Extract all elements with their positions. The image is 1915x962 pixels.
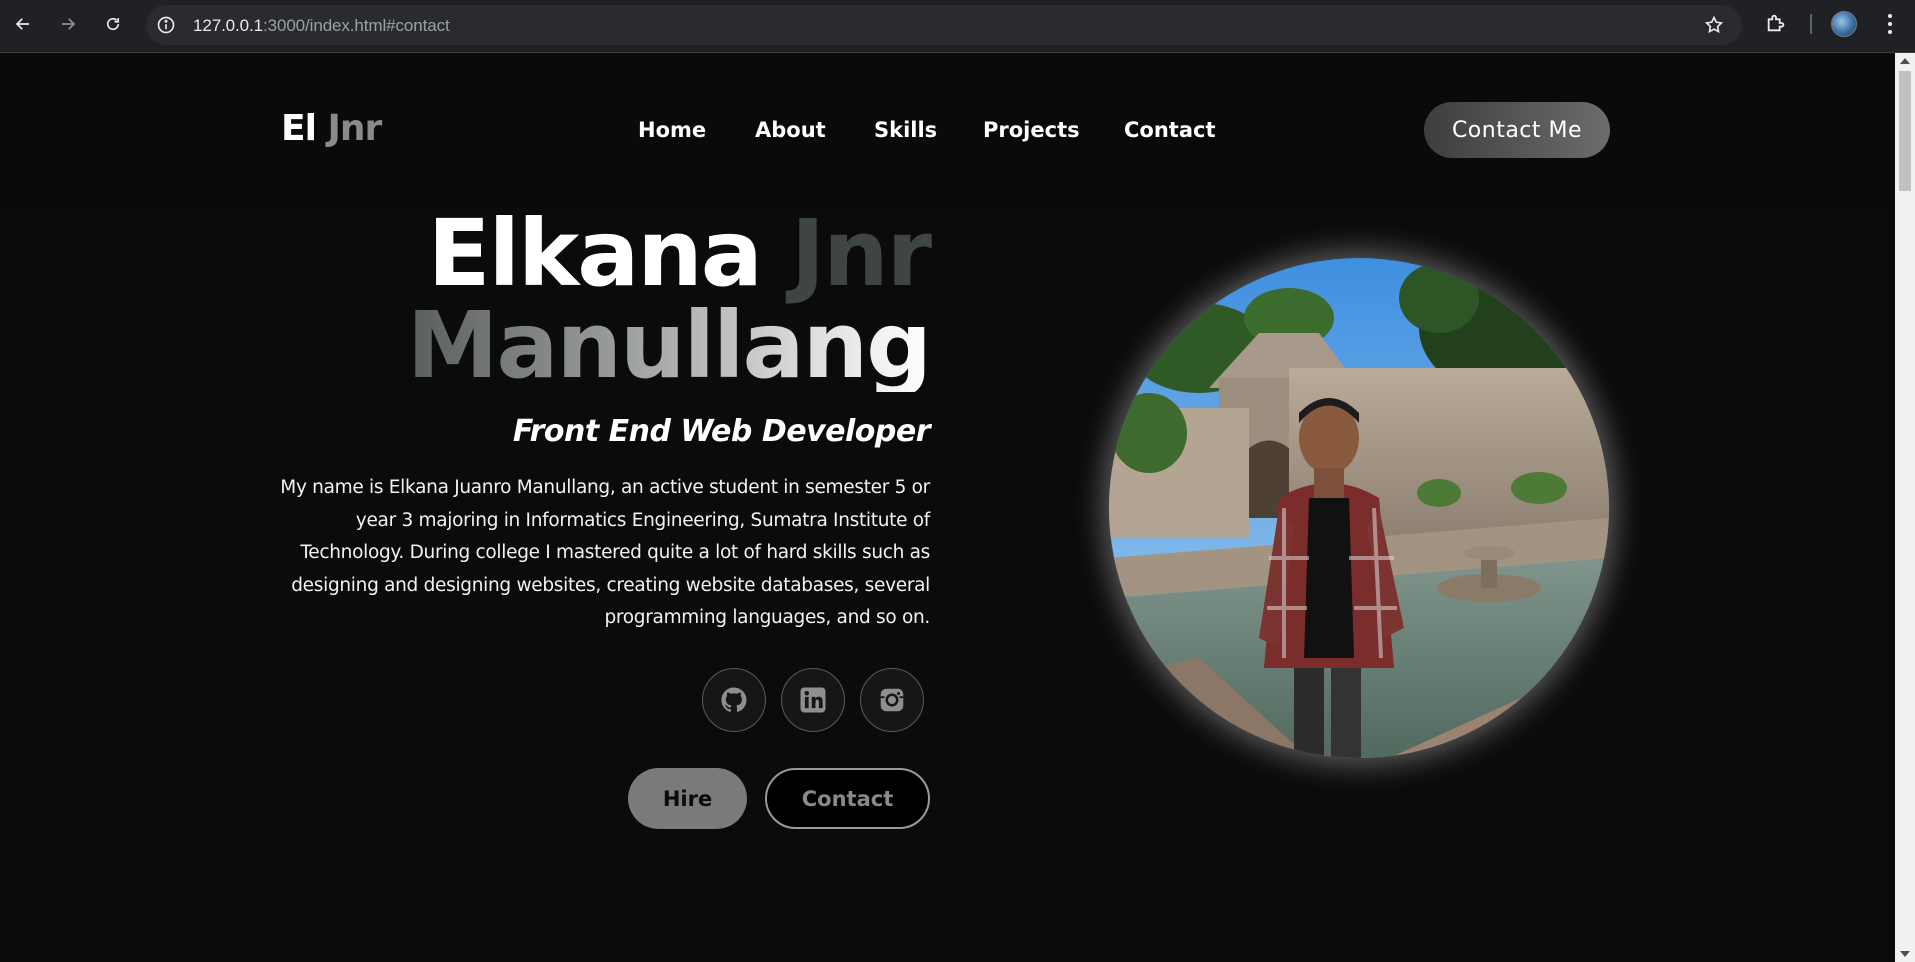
address-bar[interactable]: 127.0.0.1:3000/index.html#contact bbox=[146, 5, 1742, 45]
toolbar-divider bbox=[1810, 14, 1812, 34]
profile-photo bbox=[1109, 258, 1609, 758]
logo-main: El bbox=[281, 108, 317, 149]
browser-toolbar: 127.0.0.1:3000/index.html#contact bbox=[0, 0, 1915, 53]
role-title: Front End Web Developer bbox=[512, 414, 931, 449]
reload-icon bbox=[106, 17, 120, 31]
scroll-up-arrow-icon[interactable] bbox=[1900, 58, 1910, 64]
linkedin-icon bbox=[800, 687, 826, 713]
profile-avatar[interactable] bbox=[1831, 11, 1857, 37]
hero-name-line1: Elkana Jnr bbox=[407, 208, 932, 300]
first-name: Elkana bbox=[427, 200, 763, 307]
nav-home[interactable]: Home bbox=[638, 118, 706, 142]
extensions-puzzle-icon[interactable] bbox=[1765, 12, 1787, 34]
hire-button[interactable]: Hire bbox=[628, 768, 747, 829]
logo-accent: Jnr bbox=[327, 108, 382, 149]
site-header: El Jnr Home About Skills Projects Contac… bbox=[0, 54, 1895, 208]
contact-button[interactable]: Contact bbox=[765, 768, 930, 829]
page-scrollbar[interactable] bbox=[1895, 53, 1915, 962]
scroll-down-arrow-icon[interactable] bbox=[1900, 951, 1910, 957]
last-name: Manullang bbox=[406, 292, 932, 399]
nav-about[interactable]: About bbox=[755, 118, 826, 142]
github-link[interactable] bbox=[702, 668, 766, 732]
arrow-right-icon bbox=[62, 18, 76, 30]
forward-button[interactable] bbox=[54, 10, 82, 38]
url-text: 127.0.0.1:3000/index.html#contact bbox=[193, 16, 450, 35]
nav-skills[interactable]: Skills bbox=[874, 118, 937, 142]
contact-me-button[interactable]: Contact Me bbox=[1424, 102, 1610, 158]
site-info-icon[interactable] bbox=[156, 15, 176, 35]
site-logo[interactable]: El Jnr bbox=[281, 108, 382, 149]
bio-text: My name is Elkana Juanro Manullang, an a… bbox=[280, 477, 930, 628]
instagram-icon bbox=[880, 688, 904, 712]
browser-menu-button[interactable] bbox=[1880, 12, 1900, 36]
portfolio-page: El Jnr Home About Skills Projects Contac… bbox=[0, 54, 1895, 962]
bookmark-star-icon[interactable] bbox=[1704, 15, 1724, 35]
reload-button[interactable] bbox=[99, 10, 127, 38]
hero-name: Elkana Jnr Manullang bbox=[406, 208, 932, 399]
instagram-link[interactable] bbox=[860, 668, 924, 732]
nav-projects[interactable]: Projects bbox=[983, 118, 1080, 142]
linkedin-link[interactable] bbox=[781, 668, 845, 732]
nav-contact[interactable]: Contact bbox=[1124, 118, 1216, 142]
arrow-left-icon bbox=[15, 18, 29, 30]
nickname: Jnr bbox=[790, 200, 932, 307]
github-icon bbox=[721, 687, 747, 712]
scrollbar-thumb[interactable] bbox=[1899, 71, 1911, 191]
back-button[interactable] bbox=[9, 10, 37, 38]
